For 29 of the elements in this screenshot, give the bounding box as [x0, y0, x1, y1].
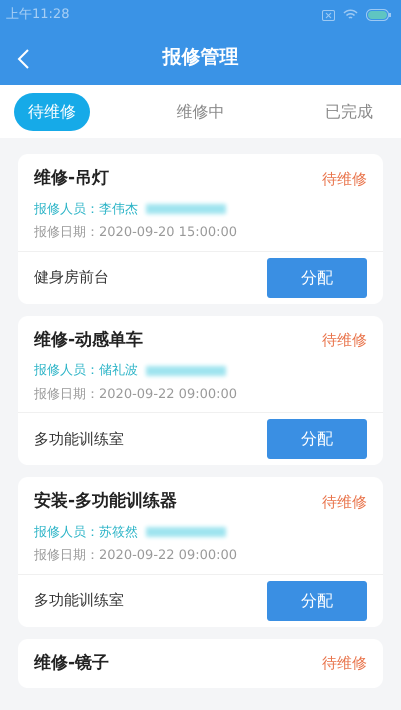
order-status: 待维修 [322, 168, 367, 190]
report-date: 报修日期：2020-09-22 09:00:00 [34, 386, 238, 404]
reporter-text: 报修人员：储礼波 [34, 362, 138, 380]
page-title: 报修管理 [162, 45, 238, 70]
assign-button[interactable]: 分配 [267, 419, 367, 459]
order-status: 待维修 [322, 492, 367, 512]
tab[interactable]: 已完成 [311, 92, 387, 130]
tab[interactable]: 待维修 [14, 92, 90, 130]
reporter-text: 报修人员：李伟杰 [34, 200, 138, 218]
status-time: 上午11:28 [6, 6, 70, 24]
order-title: 维修-动感单车 [34, 328, 144, 352]
back-icon [16, 48, 30, 70]
battery-icon [366, 9, 391, 21]
report-date: 报修日期：2020-09-20 15:00:00 [34, 224, 238, 242]
order-status: 待维修 [322, 330, 367, 351]
location-text: 健身房前台 [34, 267, 109, 288]
sim-icon [322, 10, 335, 20]
order-status: 待维修 [322, 653, 367, 674]
reporter-text: 报修人员：苏筱然 [34, 524, 138, 542]
location-text: 多功能训练室 [34, 590, 124, 612]
order-title: 维修-镜子 [34, 652, 110, 674]
location-text: 多功能训练室 [34, 428, 124, 450]
order-title: 安装-多功能训练器 [34, 490, 178, 513]
report-date: 报修日期：2020-09-22 09:00:00 [34, 547, 238, 565]
assign-button[interactable]: 分配 [267, 258, 367, 298]
tab[interactable]: 维修中 [162, 92, 238, 130]
order-title: 维修-吊灯 [34, 167, 110, 190]
wifi-icon [343, 9, 358, 21]
assign-button[interactable]: 分配 [267, 580, 367, 620]
